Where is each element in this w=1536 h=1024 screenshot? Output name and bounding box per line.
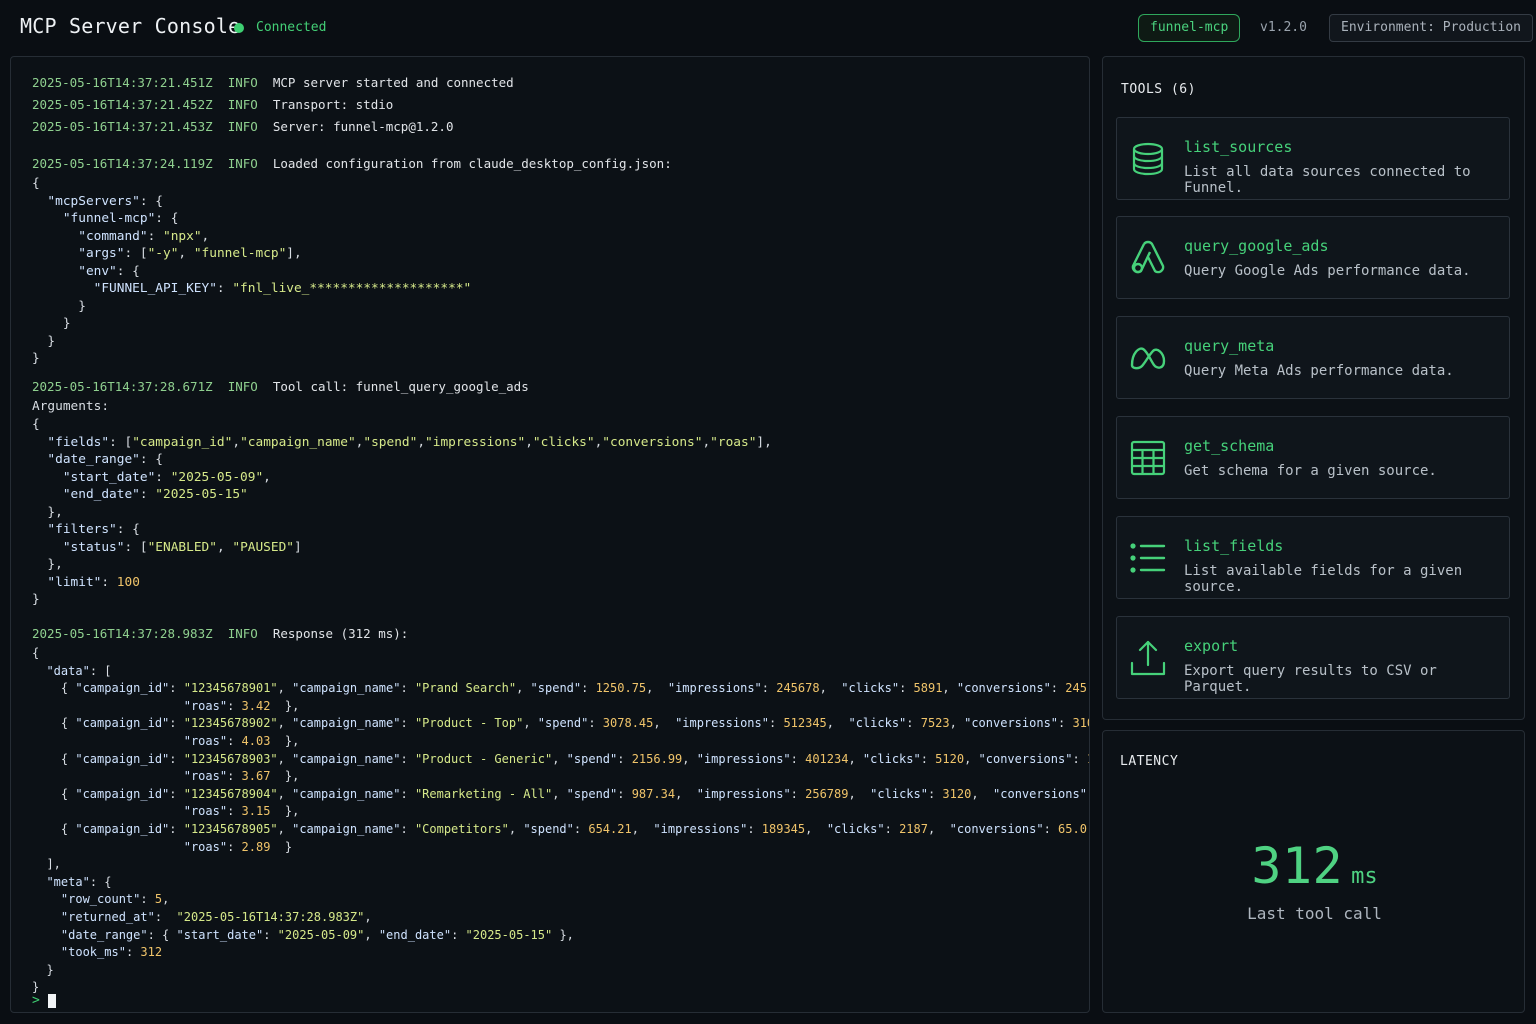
log-line: 2025-05-16T14:37:21.453Z INFO Server: fu… bbox=[32, 119, 454, 134]
console-log[interactable]: 2025-05-16T14:37:21.451Z INFO MCP server… bbox=[10, 56, 1090, 1013]
response-json: { "data": [ { "campaign_id": "1234567890… bbox=[32, 646, 1089, 995]
tool-card-query-google-ads[interactable]: query_google_ads Query Google Ads perfor… bbox=[1116, 216, 1510, 299]
latency-panel: LATENCY 312 ms Last tool call bbox=[1102, 730, 1525, 1013]
tool-name: list_sources bbox=[1184, 138, 1293, 156]
tool-name: list_fields bbox=[1184, 537, 1284, 555]
top-bar: MCP Server Console Connected funnel-mcp … bbox=[0, 0, 1536, 56]
tool-description: List available fields for a given source… bbox=[1184, 563, 1463, 595]
config-json: { "mcpServers": { "funnel-mcp": { "comma… bbox=[32, 176, 472, 366]
tool-name: query_meta bbox=[1184, 337, 1275, 355]
environment-badge[interactable]: Environment: Production bbox=[1329, 14, 1534, 42]
tool-description: List all data sources connected to Funne… bbox=[1184, 164, 1471, 196]
database-icon bbox=[1132, 142, 1164, 176]
tool-name: export bbox=[1184, 637, 1239, 655]
tools-panel: TOOLS (6) list_sources List all data sou… bbox=[1102, 56, 1525, 720]
version-label: v1.2.0 bbox=[1260, 20, 1307, 35]
tool-card-list-fields[interactable]: list_fields List available fields for a … bbox=[1116, 516, 1510, 599]
log-line: 2025-05-16T14:37:28.671Z INFO Tool call:… bbox=[32, 379, 529, 394]
log-line: 2025-05-16T14:37:28.983Z INFO Response (… bbox=[32, 626, 409, 641]
google-ads-icon bbox=[1131, 240, 1165, 274]
status-dot-icon bbox=[234, 22, 244, 33]
list-icon bbox=[1130, 543, 1166, 573]
connection-status: Connected bbox=[234, 20, 326, 35]
tool-description: Query Google Ads performance data. bbox=[1184, 263, 1471, 279]
status-text: Connected bbox=[256, 20, 327, 35]
tool-card-export[interactable]: export Export query results to CSV or Pa… bbox=[1116, 616, 1510, 699]
server-badge[interactable]: funnel-mcp bbox=[1138, 14, 1241, 42]
tool-card-list-sources[interactable]: list_sources List all data sources conne… bbox=[1116, 117, 1510, 200]
tool-description: Query Meta Ads performance data. bbox=[1184, 363, 1454, 379]
log-line: 2025-05-16T14:37:21.452Z INFO Transport:… bbox=[32, 97, 394, 112]
table-icon bbox=[1130, 440, 1166, 476]
latency-caption: Last tool call bbox=[1247, 904, 1382, 923]
text-cursor bbox=[47, 993, 56, 1008]
log-line: 2025-05-16T14:37:21.451Z INFO MCP server… bbox=[32, 75, 514, 90]
latency-title: LATENCY bbox=[1120, 754, 1179, 769]
latency-unit: ms bbox=[1351, 864, 1378, 889]
tools-title: TOOLS (6) bbox=[1121, 82, 1196, 97]
latency-number: 312 bbox=[1251, 837, 1344, 895]
upload-icon bbox=[1130, 640, 1166, 676]
tool-description: Get schema for a given source. bbox=[1184, 463, 1437, 479]
prompt-symbol: > bbox=[32, 993, 40, 1008]
tool-card-get-schema[interactable]: get_schema Get schema for a given source… bbox=[1116, 416, 1510, 499]
latency-value: 312 ms bbox=[1103, 837, 1526, 895]
tool-name: query_google_ads bbox=[1184, 237, 1329, 255]
arguments-json: { "fields": ["campaign_id","campaign_nam… bbox=[32, 417, 772, 607]
app-title: MCP Server Console bbox=[20, 14, 241, 38]
arguments-label: Arguments: bbox=[32, 399, 110, 414]
meta-icon bbox=[1130, 347, 1166, 370]
console-prompt[interactable]: > bbox=[32, 993, 56, 1008]
log-line: 2025-05-16T14:37:24.119Z INFO Loaded con… bbox=[32, 156, 672, 171]
tool-name: get_schema bbox=[1184, 437, 1275, 455]
tool-card-query-meta[interactable]: query_meta Query Meta Ads performance da… bbox=[1116, 316, 1510, 399]
tool-description: Export query results to CSV or Parquet. bbox=[1184, 663, 1437, 695]
